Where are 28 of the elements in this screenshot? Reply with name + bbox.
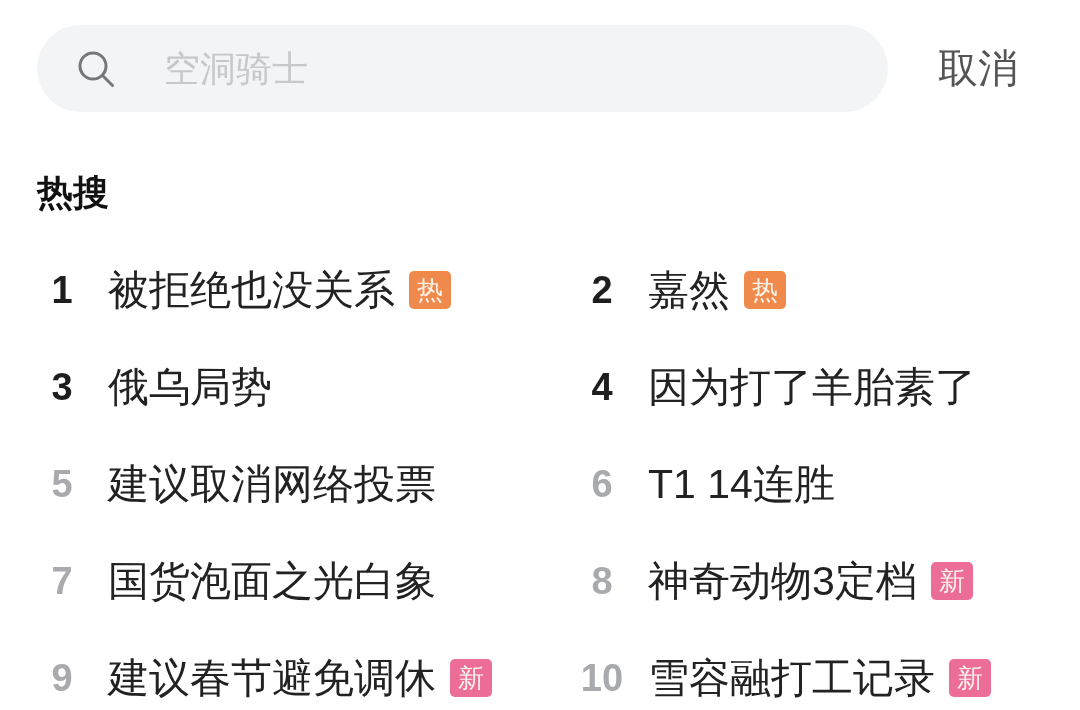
rank-number: 6 [590, 462, 614, 506]
rank-number: 1 [50, 268, 74, 312]
search-topic-link[interactable]: 嘉然 [648, 262, 730, 318]
label-tag: 热 [744, 271, 786, 309]
rank-number: 5 [50, 462, 74, 506]
search-topic-link[interactable]: 因为打了羊胎素了 [648, 359, 976, 415]
rank-number: 7 [50, 559, 74, 603]
rank-number: 2 [590, 268, 614, 312]
rank-number: 4 [590, 365, 614, 409]
section-title: 热搜 [37, 173, 109, 213]
label-tag: 新 [930, 562, 973, 600]
cancel-button[interactable]: 取消 [938, 41, 1018, 96]
search-topic-link[interactable]: 被拒绝也没关系 [108, 262, 395, 318]
search-topic-link[interactable]: 国货泡面之光白象 [108, 553, 436, 609]
rank-number: 3 [50, 365, 74, 409]
rank-number: 10 [579, 656, 625, 700]
label-tag: 新 [949, 659, 991, 697]
search-topic-link[interactable]: 建议取消网络投票 [108, 456, 436, 512]
rank-number: 9 [50, 656, 74, 700]
label-tag: 新 [450, 659, 492, 697]
rank-number: 8 [590, 559, 614, 603]
search-topic-link[interactable]: 雪容融打工记录 [648, 650, 935, 706]
search-topic-link[interactable]: 俄乌局势 [108, 359, 272, 415]
search-icon [77, 50, 115, 88]
search-topic-link[interactable]: T1 14连胜 [648, 456, 835, 512]
search-topic-link[interactable]: 建议春节避免调休 [108, 650, 436, 706]
search-topic-link[interactable]: 神奇动物3定档 [648, 553, 917, 609]
label-tag: 热 [409, 271, 451, 309]
